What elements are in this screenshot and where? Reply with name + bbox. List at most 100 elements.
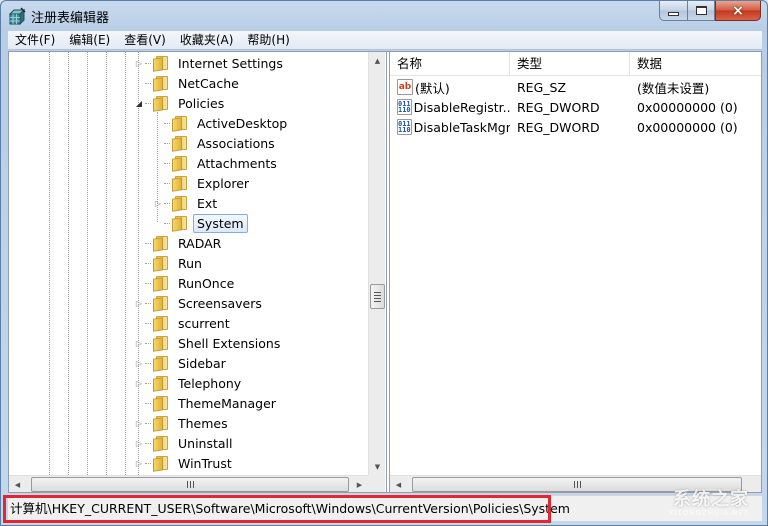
folder-icon [171,175,189,192]
expand-arrow-icon[interactable]: ▷ [134,293,144,313]
tree-node[interactable]: Attachments [153,153,281,173]
menu-file[interactable]: 文件(F) [8,31,62,50]
expand-arrow-icon[interactable]: ▷ [153,193,163,213]
close-button[interactable]: × [715,1,761,21]
watermark-logo: 系统之家 [673,489,749,510]
folder-icon [152,455,170,472]
tree-node[interactable]: NetCache [134,73,243,93]
tree-node-label[interactable]: scurrent [174,314,234,333]
value-row[interactable]: 011 110 DisableRegistr... REG_DWORD 0x000000… [390,97,761,117]
value-row[interactable]: 011 110 DisableTaskMgr REG_DWORD 0x00000000 … [390,117,761,137]
tree-guide-line [106,52,107,475]
value-row[interactable]: ab (默认) REG_SZ (数值未设置) [390,77,761,97]
tree-node[interactable]: ▷ Telephony [134,373,245,393]
tree-node-label[interactable]: Ext [193,194,221,213]
tree-horizontal-scrollbar[interactable]: ◀ ▶ [9,475,368,492]
tree-node[interactable]: ▷ Uninstall [134,433,237,453]
tree-node-label[interactable]: Internet Settings [174,54,287,73]
tree-node[interactable]: ▷ Sidebar [134,353,230,373]
collapse-arrow-icon[interactable]: ◢ [134,93,144,113]
tree-node[interactable]: Associations [153,133,279,153]
scroll-thumb[interactable] [370,284,385,309]
tree-node-label[interactable]: ActiveDesktop [193,114,291,133]
tree-node[interactable]: ▷ Internet Settings [134,53,287,73]
tree-node[interactable]: ▷ Screensavers [134,293,266,313]
folder-icon [152,415,170,432]
tree-node[interactable]: ▷ Shell Extensions [134,333,284,353]
expand-arrow-icon[interactable]: ▷ [134,453,144,473]
tree-node-label[interactable]: Associations [193,134,279,153]
tree-node-label[interactable]: Uninstall [174,434,237,453]
tree-vertical-scrollbar[interactable]: ▲ ▼ [368,52,385,475]
title-bar[interactable]: 注册表编辑器 × [1,1,767,31]
scroll-left-arrow-icon[interactable]: ◀ [9,476,26,492]
expand-arrow-icon[interactable]: ▷ [134,373,144,393]
tree-node[interactable]: Explorer [153,173,253,193]
tree-node-label[interactable]: Telephony [174,374,245,393]
tree-node[interactable]: System [153,213,248,233]
values-list[interactable]: 名称 类型 数据 ab (默认) REG_SZ (数值未设置) 011 110 Disabl… [390,52,761,492]
column-header-type[interactable]: 类型 [510,52,630,76]
menu-edit[interactable]: 编辑(E) [62,31,117,50]
tree-node-label[interactable]: Attachments [193,154,281,173]
value-type: REG_DWORD [517,119,600,135]
expand-arrow-icon[interactable]: ▷ [134,353,144,373]
value-data: (数值未设置) [637,80,710,96]
menu-view[interactable]: 查看(V) [117,31,173,50]
tree-node[interactable]: RADAR [134,233,225,253]
window-title: 注册表编辑器 [31,11,110,26]
tree-guide-line [125,52,126,475]
tree-node[interactable]: ▷ Themes [134,413,232,433]
tree-node-label[interactable]: Screensavers [174,294,266,313]
registry-tree[interactable]: ▷ Internet Settings NetCache ◢ Policies Activ… [9,52,386,492]
tree-node-label[interactable]: System [193,213,248,233]
tree-node[interactable]: ThemeManager [134,393,280,413]
tree-node-label[interactable]: Explorer [193,174,253,193]
folder-icon [171,215,189,232]
menu-favorites[interactable]: 收藏夹(A) [173,31,241,50]
scroll-up-arrow-icon[interactable]: ▲ [369,52,386,69]
close-icon: × [732,2,744,19]
column-header-name[interactable]: 名称 [390,52,510,76]
tree-node-label[interactable]: Run [174,254,206,273]
scroll-left-arrow-icon[interactable]: ◀ [390,476,407,492]
menu-help[interactable]: 帮助(H) [240,31,296,50]
status-bar: 计算机\HKEY_CURRENT_USER\Software\Microsoft… [8,495,762,521]
folder-icon [152,315,170,332]
tree-connector [145,402,151,404]
expand-arrow-icon[interactable]: ▷ [134,413,144,433]
tree-node-label[interactable]: RADAR [174,234,225,253]
tree-node[interactable]: ◢ Policies [134,93,228,113]
minimize-button[interactable] [659,1,687,21]
tree-guide-line [68,52,69,475]
tree-node-label[interactable]: Sidebar [174,354,230,373]
scroll-thumb[interactable] [31,477,349,492]
tree-node-label[interactable]: ThemeManager [174,394,280,413]
column-headers: 名称 类型 数据 [390,52,761,76]
tree-node-label[interactable]: Policies [174,94,228,113]
tree-node[interactable]: ▷ WinTrust [134,453,236,473]
tree-node-label[interactable]: NetCache [174,74,243,93]
tree-node-label[interactable]: RunOnce [174,274,238,293]
expand-arrow-icon[interactable]: ▷ [134,333,144,353]
tree-connector [164,122,170,124]
tree-node[interactable]: ▷ Ext [153,193,221,213]
tree-node-label[interactable]: Shell Extensions [174,334,284,353]
tree-node-label[interactable]: WinTrust [174,454,236,473]
tree-node[interactable]: Run [134,253,206,273]
expand-arrow-icon[interactable]: ▷ [134,433,144,453]
expand-arrow-icon[interactable]: ▷ [134,53,144,73]
folder-icon [152,335,170,352]
column-header-data[interactable]: 数据 [630,52,761,76]
tree-node[interactable]: RunOnce [134,273,238,293]
scroll-right-arrow-icon[interactable]: ▶ [351,476,368,492]
maximize-button[interactable] [687,1,715,21]
folder-icon [171,135,189,152]
tree-node[interactable]: ActiveDesktop [153,113,291,133]
tree-node[interactable]: scurrent [134,313,234,333]
scroll-down-arrow-icon[interactable]: ▼ [369,458,386,475]
value-name-cell: 011 110 DisableTaskMgr [390,119,510,135]
tree-node-label[interactable]: Themes [174,414,232,433]
maximize-icon [695,6,707,15]
